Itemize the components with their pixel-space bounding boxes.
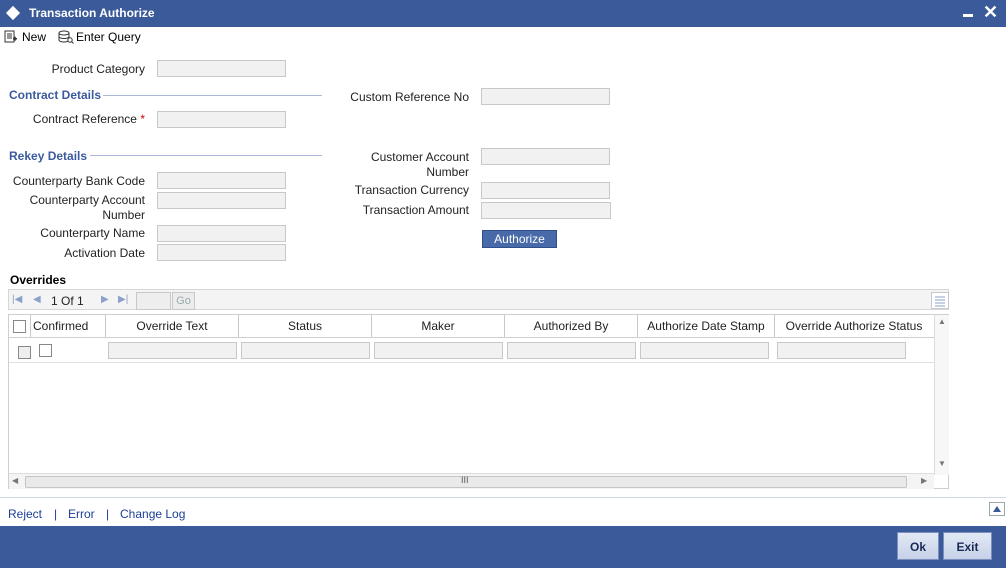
contract-details-divider xyxy=(103,95,322,96)
contract-reference-field[interactable] xyxy=(157,111,286,128)
new-document-icon xyxy=(4,30,18,44)
overrides-title: Overrides xyxy=(10,273,67,287)
overrides-pager: |◀ ◀ 1 Of 1 ▶ ▶| Go xyxy=(8,289,949,310)
status-cell[interactable] xyxy=(241,342,370,359)
overrides-grid: Confirmed Override Text Status Maker Aut… xyxy=(8,314,949,489)
window-title: Transaction Authorize xyxy=(29,6,155,20)
authorize-button[interactable]: Authorize xyxy=(482,230,557,248)
counterparty-name-label: Counterparty Name xyxy=(40,226,145,240)
error-link[interactable]: Error xyxy=(68,507,95,521)
scroll-grip: III xyxy=(461,475,469,485)
ok-button[interactable]: Ok xyxy=(897,532,939,560)
activation-date-field[interactable] xyxy=(157,244,286,261)
counterparty-name-field[interactable] xyxy=(157,225,286,242)
toolbar: New Enter Query xyxy=(0,27,1006,49)
page-indicator: 1 Of 1 xyxy=(51,294,84,308)
reject-link[interactable]: Reject xyxy=(8,507,42,521)
authorize-date-stamp-cell[interactable] xyxy=(640,342,769,359)
list-view-icon[interactable] xyxy=(931,292,949,309)
close-icon[interactable]: ✕ xyxy=(983,2,998,22)
customer-account-number-field[interactable] xyxy=(481,148,610,165)
row-divider xyxy=(9,362,934,363)
query-database-icon xyxy=(58,30,74,44)
transaction-amount-label: Transaction Amount xyxy=(362,203,469,217)
counterparty-account-number-field[interactable] xyxy=(157,192,286,209)
new-button[interactable]: New xyxy=(4,28,46,46)
column-header-maker[interactable]: Maker xyxy=(372,315,505,337)
horizontal-scrollbar[interactable]: ◀ III ▶ xyxy=(9,473,934,489)
column-header-override-authorize-status[interactable]: Override Authorize Status xyxy=(775,315,933,337)
column-header-status[interactable]: Status xyxy=(239,315,372,337)
new-label: New xyxy=(22,30,47,44)
grid-header: Confirmed Override Text Status Maker Aut… xyxy=(9,315,934,338)
counterparty-bank-code-label: Counterparty Bank Code xyxy=(12,174,145,188)
go-button[interactable]: Go xyxy=(172,292,195,310)
link-separator: | xyxy=(106,507,110,521)
enter-query-button[interactable]: Enter Query xyxy=(58,28,141,46)
transaction-currency-label: Transaction Currency xyxy=(354,183,469,197)
first-page-icon[interactable]: |◀ xyxy=(12,294,22,305)
minimize-icon[interactable] xyxy=(963,14,973,17)
column-header-authorize-date-stamp[interactable]: Authorize Date Stamp xyxy=(638,315,775,337)
activation-date-label: Activation Date xyxy=(64,246,145,260)
scroll-right-icon[interactable]: ▶ xyxy=(921,476,927,485)
bottom-link-bar: Reject | Error | Change Log xyxy=(0,497,1006,527)
column-header-override-text[interactable]: Override Text xyxy=(106,315,239,337)
horizontal-scroll-thumb[interactable]: III xyxy=(25,475,907,488)
column-header-confirmed[interactable]: Confirmed xyxy=(31,315,106,337)
select-all-checkbox[interactable] xyxy=(13,320,26,333)
app-diamond-icon xyxy=(5,5,21,21)
transaction-currency-field[interactable] xyxy=(481,182,610,199)
rekey-details-divider xyxy=(90,155,322,156)
scroll-up-icon[interactable]: ▲ xyxy=(938,317,946,326)
window-titlebar: Transaction Authorize ✕ xyxy=(0,0,1006,27)
counterparty-bank-code-field[interactable] xyxy=(157,172,286,189)
footer-bar: Ok Exit xyxy=(0,526,1006,568)
product-category-field[interactable] xyxy=(157,60,286,77)
row-confirmed-checkbox[interactable] xyxy=(39,344,52,357)
rekey-details-heading: Rekey Details xyxy=(9,149,88,163)
link-separator: | xyxy=(54,507,58,521)
contract-reference-label: Contract Reference * xyxy=(32,112,145,126)
row-select-checkbox[interactable] xyxy=(18,346,31,359)
page-number-input[interactable] xyxy=(136,292,171,310)
authorized-by-cell[interactable] xyxy=(507,342,636,359)
customer-account-number-label: Customer Account Number xyxy=(370,150,469,179)
vertical-scrollbar[interactable]: ▲ ▼ xyxy=(934,315,949,475)
transaction-amount-field[interactable] xyxy=(481,202,611,219)
counterparty-account-number-label: Counterparty Account Number xyxy=(29,193,145,222)
previous-page-icon[interactable]: ◀ xyxy=(33,294,41,305)
required-marker: * xyxy=(140,112,145,126)
product-category-label: Product Category xyxy=(51,62,145,76)
maker-cell[interactable] xyxy=(374,342,503,359)
last-page-icon[interactable]: ▶| xyxy=(118,294,128,305)
enter-query-label: Enter Query xyxy=(76,30,141,44)
override-text-cell[interactable] xyxy=(108,342,237,359)
scroll-left-icon[interactable]: ◀ xyxy=(12,476,18,485)
collapse-up-icon[interactable] xyxy=(989,502,1005,516)
exit-button[interactable]: Exit xyxy=(943,532,992,560)
column-header-authorized-by[interactable]: Authorized By xyxy=(505,315,638,337)
select-all-column xyxy=(9,315,31,337)
custom-reference-no-field[interactable] xyxy=(481,88,610,105)
change-log-link[interactable]: Change Log xyxy=(120,507,185,521)
custom-reference-no-label: Custom Reference No xyxy=(350,90,469,104)
scroll-down-icon[interactable]: ▼ xyxy=(938,459,946,468)
next-page-icon[interactable]: ▶ xyxy=(101,294,109,305)
override-authorize-status-cell[interactable] xyxy=(777,342,906,359)
contract-details-heading: Contract Details xyxy=(9,88,102,102)
